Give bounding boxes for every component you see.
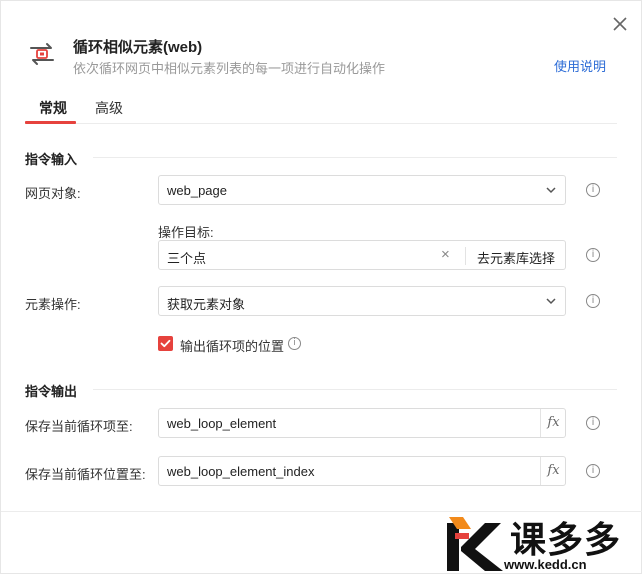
section-title-input: 指令输入 (25, 152, 78, 167)
save-item-input[interactable]: web_loop_element fx (158, 408, 566, 438)
section-title-output: 指令输出 (25, 384, 78, 399)
save-index-input[interactable]: web_loop_element_index fx (158, 456, 566, 486)
check-icon (160, 339, 171, 348)
section-divider (93, 389, 617, 390)
save-item-label: 保存当前循环项至: (25, 419, 133, 434)
element-library-button[interactable]: 去元素库选择 (477, 248, 555, 267)
element-op-label: 元素操作: (25, 297, 81, 312)
info-icon[interactable]: i (586, 416, 600, 430)
output-position-label: 输出循环项的位置 (180, 339, 285, 354)
close-icon[interactable] (609, 13, 631, 35)
save-index-value: web_loop_element_index (167, 464, 315, 479)
save-item-value: web_loop_element (167, 416, 277, 431)
chevron-down-icon (546, 298, 556, 305)
info-icon[interactable]: i (586, 248, 600, 262)
help-link[interactable]: 使用说明 (554, 56, 606, 75)
info-icon[interactable]: i (586, 294, 600, 308)
dialog: 循环相似元素(web) 依次循环网页中相似元素列表的每一项进行自动化操作 使用说… (0, 0, 642, 574)
element-op-select[interactable]: 获取元素对象 (158, 286, 566, 316)
webpage-select[interactable]: web_page (158, 175, 566, 205)
active-tab-indicator (25, 121, 76, 124)
info-icon[interactable]: i (586, 183, 600, 197)
watermark-logo (447, 517, 503, 571)
target-field[interactable]: 三个点 × 去元素库选择 (158, 240, 566, 270)
watermark-url: www.kedd.cn (504, 557, 587, 572)
clear-icon[interactable]: × (441, 247, 450, 263)
output-position-checkbox[interactable] (158, 336, 173, 351)
save-index-label: 保存当前循环位置至: (25, 467, 146, 482)
webpage-label: 网页对象: (25, 186, 81, 201)
target-label: 操作目标: (158, 225, 214, 240)
watermark-brand: 课多多 (510, 519, 622, 560)
fx-icon[interactable]: fx (541, 409, 566, 437)
dialog-title: 循环相似元素(web) (73, 39, 203, 56)
info-icon[interactable]: i (586, 464, 600, 478)
tab-advanced[interactable]: 高级 (95, 98, 123, 118)
info-icon[interactable]: i (288, 337, 301, 350)
loop-icon (30, 43, 54, 65)
element-op-value: 获取元素对象 (167, 297, 246, 312)
dialog-subtitle: 依次循环网页中相似元素列表的每一项进行自动化操作 (73, 61, 386, 76)
tab-general[interactable]: 常规 (39, 98, 67, 118)
section-divider (93, 157, 617, 158)
target-value: 三个点 (167, 251, 207, 266)
tab-bar: 常规 高级 (25, 93, 617, 124)
fx-icon[interactable]: fx (541, 457, 566, 485)
field-divider (465, 247, 466, 265)
webpage-select-value: web_page (167, 183, 227, 198)
chevron-down-icon (546, 187, 556, 194)
